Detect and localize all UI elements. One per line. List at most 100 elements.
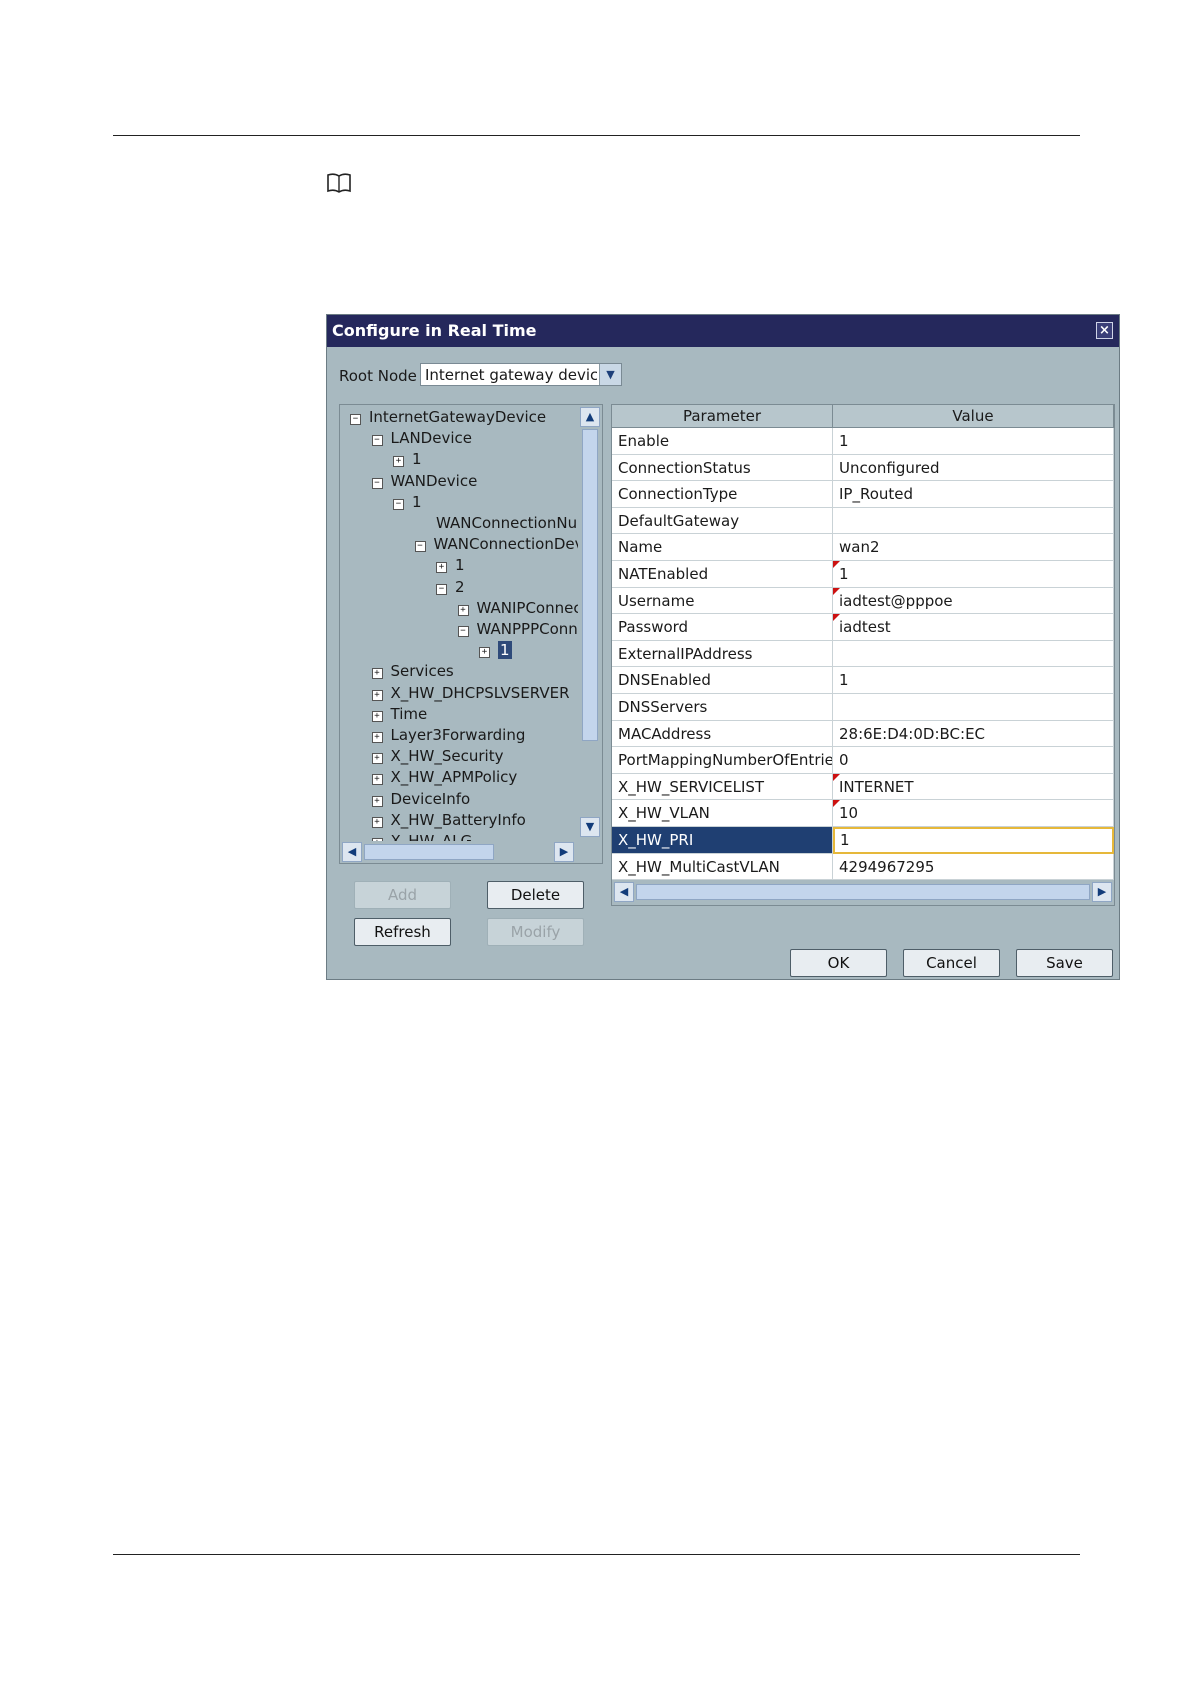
parameter-cell[interactable]: ConnectionType: [612, 481, 833, 508]
table-row[interactable]: Enable 1: [612, 428, 1114, 455]
value-cell[interactable]: 28:6E:D4:0D:BC:EC: [833, 720, 1114, 748]
tree-node[interactable]: − WANDevice: [371, 471, 477, 491]
expand-icon[interactable]: +: [371, 732, 383, 743]
tree-horizontal-thumb[interactable]: [364, 844, 494, 860]
tree-node[interactable]: + X_HW_DHCPSLVSERVER: [371, 683, 570, 703]
grid-horizontal-scrollbar[interactable]: ◀ ▶: [612, 881, 1114, 903]
tree-vertical-scrollbar[interactable]: ▲ ▼: [578, 405, 602, 841]
tree-node[interactable]: −2: [436, 577, 465, 597]
expand-icon[interactable]: +: [393, 456, 404, 468]
parameter-cell[interactable]: NATEnabled: [612, 561, 833, 588]
collapse-icon[interactable]: −: [350, 414, 361, 425]
tree-node[interactable]: + Services: [371, 661, 454, 681]
parameter-cell[interactable]: X_HW_PRI: [612, 827, 833, 854]
parameter-cell[interactable]: ConnectionStatus: [612, 454, 833, 482]
scroll-up-icon[interactable]: ▲: [580, 407, 600, 427]
column-header-value[interactable]: Value: [833, 405, 1114, 428]
chevron-down-icon[interactable]: ▼: [599, 364, 621, 385]
tree-node[interactable]: + WANIPConnection: [457, 598, 578, 618]
scroll-left-icon[interactable]: ◀: [614, 882, 634, 902]
table-row[interactable]: PortMappingNumberOfEntries 0: [612, 747, 1114, 774]
expand-icon[interactable]: +: [371, 689, 383, 701]
parameter-cell[interactable]: Username: [612, 587, 833, 615]
collapse-icon[interactable]: −: [371, 435, 383, 447]
value-cell[interactable]: Unconfigured: [833, 454, 1114, 482]
refresh-button[interactable]: Refresh: [354, 918, 451, 946]
parameter-cell[interactable]: X_HW_SERVICELIST: [612, 773, 833, 801]
value-cell[interactable]: 10: [833, 800, 1114, 827]
table-row[interactable]: X_HW_SERVICELIST INTERNET: [612, 773, 1114, 801]
modify-button[interactable]: Modify: [487, 918, 584, 946]
parameter-cell[interactable]: Password: [612, 614, 833, 641]
tree-node[interactable]: +1: [393, 449, 422, 469]
parameter-cell[interactable]: X_HW_MultiCastVLAN: [612, 853, 833, 881]
parameter-cell[interactable]: Name: [612, 534, 833, 561]
cancel-button[interactable]: Cancel: [903, 949, 1000, 977]
tree-node[interactable]: + X_HW_BatteryInfo: [371, 810, 526, 830]
expand-icon[interactable]: +: [371, 816, 383, 828]
root-node-select[interactable]: Internet gateway device ▼: [420, 363, 622, 386]
value-cell[interactable]: 4294967295: [833, 853, 1114, 881]
expand-icon[interactable]: +: [371, 668, 383, 680]
tree-node[interactable]: + Layer3Forwarding: [371, 725, 525, 745]
table-row[interactable]: DNSServers: [612, 694, 1114, 721]
table-row[interactable]: Password iadtest: [612, 614, 1114, 641]
delete-button[interactable]: Delete: [487, 881, 584, 909]
table-row[interactable]: DefaultGateway: [612, 507, 1114, 535]
tree-node[interactable]: −WANPPPConnection: [457, 619, 578, 639]
value-cell[interactable]: [833, 640, 1114, 668]
value-cell[interactable]: 1: [833, 827, 1114, 854]
scroll-left-icon[interactable]: ◀: [342, 842, 362, 862]
add-button[interactable]: Add: [354, 881, 451, 909]
value-cell[interactable]: 0: [833, 747, 1114, 774]
table-row[interactable]: ConnectionStatus Unconfigured: [612, 454, 1114, 482]
parameter-cell[interactable]: DefaultGateway: [612, 507, 833, 535]
tree-vertical-thumb[interactable]: [582, 429, 598, 741]
column-header-parameter[interactable]: Parameter: [612, 405, 833, 428]
parameter-cell[interactable]: X_HW_VLAN: [612, 800, 833, 827]
parameter-cell[interactable]: Enable: [612, 428, 833, 455]
parameter-tree[interactable]: − InternetGatewayDevice − LANDevice +1− WANDe…: [340, 405, 578, 841]
scroll-down-icon[interactable]: ▼: [580, 817, 600, 837]
table-row[interactable]: X_HW_PRI 1: [612, 827, 1114, 854]
expand-icon[interactable]: +: [436, 562, 447, 574]
expand-icon[interactable]: +: [457, 604, 469, 616]
table-row[interactable]: X_HW_VLAN 10: [612, 800, 1114, 827]
tree-node[interactable]: WANConnectionNumberOfEntries: [436, 513, 578, 533]
collapse-icon[interactable]: −: [457, 626, 469, 637]
tree-node[interactable]: +1: [436, 555, 465, 575]
tree-node[interactable]: − LANDevice: [371, 428, 472, 448]
scroll-right-icon[interactable]: ▶: [1092, 882, 1112, 902]
tree-node[interactable]: + DeviceInfo: [371, 789, 470, 809]
table-row[interactable]: MACAddress 28:6E:D4:0D:BC:EC: [612, 720, 1114, 748]
collapse-icon[interactable]: −: [436, 583, 447, 595]
value-cell[interactable]: INTERNET: [833, 773, 1114, 801]
tree-node[interactable]: −WANConnectionDevice: [414, 534, 578, 554]
table-row[interactable]: DNSEnabled 1: [612, 667, 1114, 694]
value-cell[interactable]: [833, 694, 1114, 721]
tree-horizontal-scrollbar[interactable]: ◀ ▶: [340, 841, 578, 863]
value-cell[interactable]: 1: [833, 428, 1114, 455]
value-cell[interactable]: [833, 507, 1114, 535]
tree-node[interactable]: + Time: [371, 704, 427, 724]
table-row[interactable]: ExternalIPAddress: [612, 640, 1114, 668]
ok-button[interactable]: OK: [790, 949, 887, 977]
close-icon[interactable]: ×: [1096, 322, 1113, 339]
table-row[interactable]: Name wan2: [612, 534, 1114, 561]
tree-node[interactable]: +1: [479, 640, 512, 660]
expand-icon[interactable]: +: [371, 774, 383, 786]
tree-node[interactable]: + X_HW_Security: [371, 746, 503, 766]
tree-node[interactable]: + X_HW_APMPolicy: [371, 767, 517, 787]
tree-node[interactable]: +X_HW_ALG: [371, 831, 472, 841]
value-cell[interactable]: wan2: [833, 534, 1114, 561]
scroll-right-icon[interactable]: ▶: [554, 842, 574, 862]
save-button[interactable]: Save: [1016, 949, 1113, 977]
grid-horizontal-thumb[interactable]: [636, 884, 1090, 900]
value-cell[interactable]: IP_Routed: [833, 481, 1114, 508]
parameter-cell[interactable]: PortMappingNumberOfEntries: [612, 747, 833, 774]
parameter-cell[interactable]: DNSEnabled: [612, 667, 833, 694]
tree-node[interactable]: − InternetGatewayDevice: [350, 407, 546, 427]
collapse-icon[interactable]: −: [414, 541, 426, 553]
value-cell[interactable]: 1: [833, 561, 1114, 588]
collapse-icon[interactable]: −: [393, 498, 404, 510]
